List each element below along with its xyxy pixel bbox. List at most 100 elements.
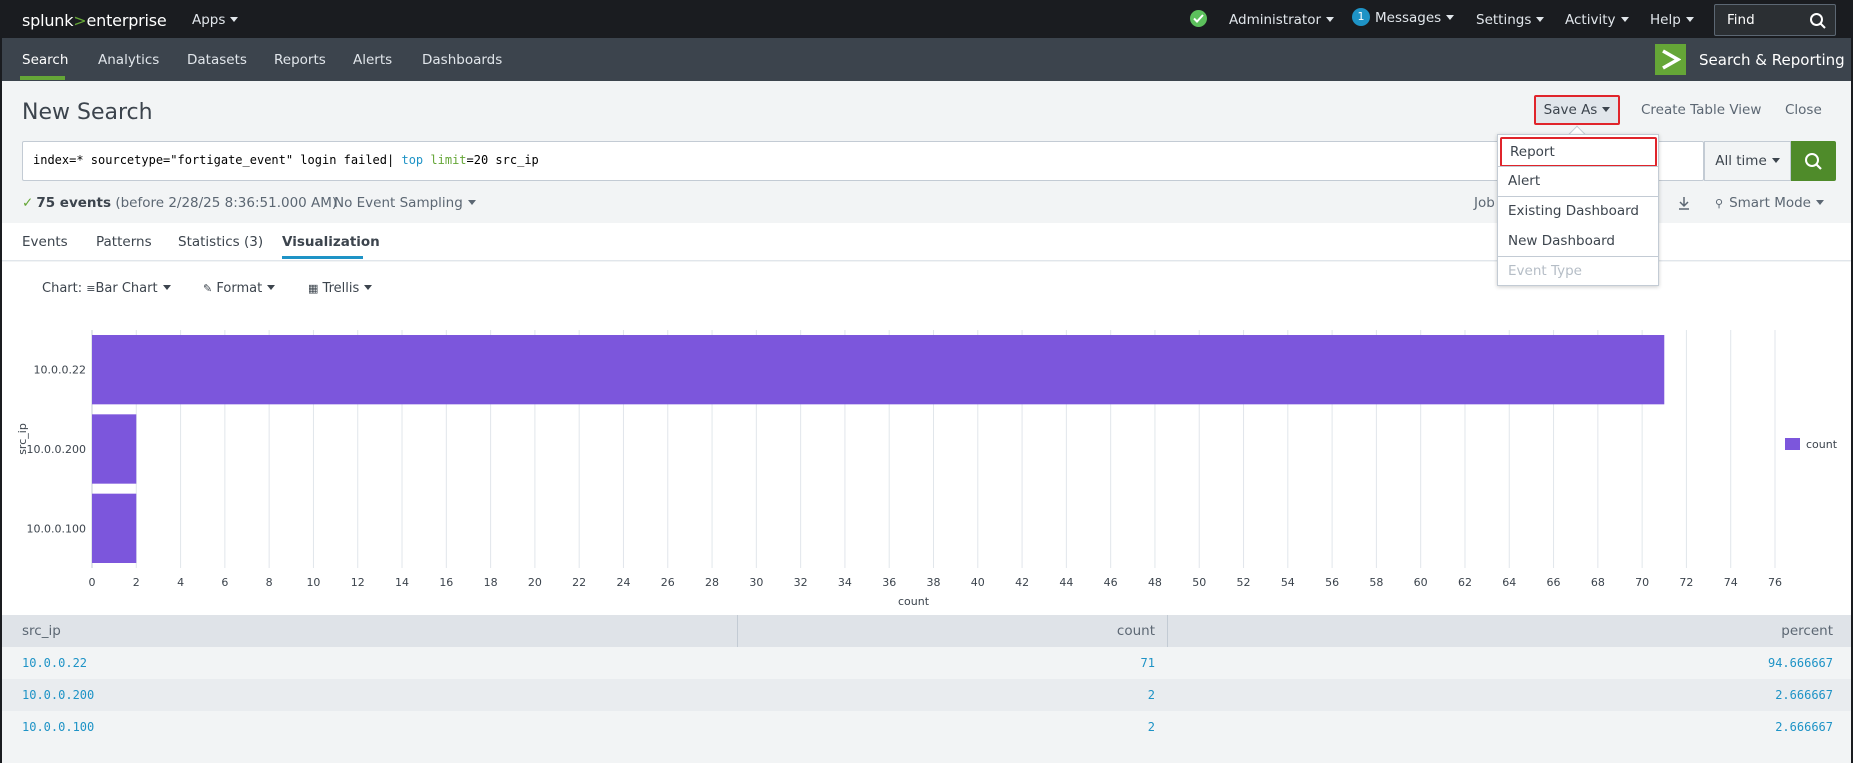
administrator-menu[interactable]: Administrator bbox=[1229, 12, 1335, 28]
legend-label: count bbox=[1806, 438, 1838, 451]
x-tick-label: 52 bbox=[1237, 576, 1251, 589]
query-command: top bbox=[401, 153, 424, 167]
time-range-picker[interactable]: All time bbox=[1704, 141, 1791, 181]
pencil-icon: ✎ bbox=[203, 282, 213, 295]
tab-patterns[interactable]: Patterns bbox=[96, 234, 152, 250]
cell-src-ip[interactable]: 10.0.0.22 bbox=[22, 656, 87, 670]
search-status: ✓ 75 events (before 2/28/25 8:36:51.000 A… bbox=[22, 195, 337, 211]
messages-count-badge: 1 bbox=[1352, 8, 1370, 26]
appnav-dashboards[interactable]: Dashboards bbox=[422, 52, 502, 68]
activity-label: Activity bbox=[1565, 12, 1616, 28]
logo-enterprise: enterprise bbox=[86, 11, 167, 30]
x-tick-label: 46 bbox=[1104, 576, 1118, 589]
x-tick-label: 30 bbox=[749, 576, 763, 589]
admin-label: Administrator bbox=[1229, 12, 1322, 28]
menu-item-existing-dashboard[interactable]: Existing Dashboard bbox=[1498, 197, 1658, 227]
x-axis-title: count bbox=[898, 595, 930, 608]
save-as-button[interactable]: Save As bbox=[1534, 95, 1620, 125]
table-header: src_ip count percent bbox=[2, 615, 1851, 647]
x-tick-label: 24 bbox=[616, 576, 630, 589]
table-row: 10.0.0.22 71 94.666667 bbox=[2, 647, 1851, 679]
x-tick-label: 0 bbox=[89, 576, 96, 589]
appnav-alerts[interactable]: Alerts bbox=[353, 52, 392, 68]
bar bbox=[92, 493, 137, 563]
x-tick-label: 28 bbox=[705, 576, 719, 589]
search-submit-button[interactable] bbox=[1791, 141, 1836, 181]
cell-percent[interactable]: 2.666667 bbox=[1775, 720, 1833, 734]
menu-item-event-type: Event Type bbox=[1508, 263, 1582, 279]
search-icon[interactable] bbox=[1809, 12, 1827, 30]
tab-events[interactable]: Events bbox=[22, 234, 68, 250]
appnav-reports[interactable]: Reports bbox=[274, 52, 326, 68]
settings-label: Settings bbox=[1476, 12, 1532, 28]
splunk-logo[interactable]: splunk>enterprise bbox=[22, 11, 167, 30]
col-header-src-ip[interactable]: src_ip bbox=[22, 623, 61, 639]
chart-type-menu[interactable]: Chart: ≡Bar Chart bbox=[42, 281, 171, 296]
x-tick-label: 60 bbox=[1414, 576, 1428, 589]
x-tick-label: 32 bbox=[794, 576, 808, 589]
find-box[interactable] bbox=[1714, 4, 1836, 36]
cell-src-ip[interactable]: 10.0.0.100 bbox=[22, 720, 94, 734]
create-table-view-button[interactable]: Create Table View bbox=[1641, 102, 1761, 118]
activity-menu[interactable]: Activity bbox=[1565, 12, 1629, 28]
x-tick-label: 56 bbox=[1325, 576, 1339, 589]
apps-menu[interactable]: Apps bbox=[192, 12, 239, 28]
x-tick-label: 18 bbox=[484, 576, 498, 589]
cell-percent[interactable]: 2.666667 bbox=[1775, 688, 1833, 702]
close-button[interactable]: Close bbox=[1785, 102, 1822, 118]
col-header-percent[interactable]: percent bbox=[1781, 623, 1833, 639]
cell-src-ip[interactable]: 10.0.0.200 bbox=[22, 688, 94, 702]
cell-count[interactable]: 2 bbox=[1148, 688, 1155, 702]
x-tick-label: 62 bbox=[1458, 576, 1472, 589]
menu-item-report[interactable]: Report bbox=[1500, 137, 1657, 167]
trellis-menu[interactable]: ▦ Trellis bbox=[308, 281, 373, 296]
x-tick-label: 26 bbox=[661, 576, 675, 589]
x-tick-label: 14 bbox=[395, 576, 409, 589]
menu-item-new-dashboard[interactable]: New Dashboard bbox=[1498, 227, 1658, 257]
x-tick-label: 16 bbox=[439, 576, 453, 589]
x-tick-label: 72 bbox=[1679, 576, 1693, 589]
x-tick-label: 54 bbox=[1281, 576, 1295, 589]
search-mode-menu[interactable]: ⚲ Smart Mode bbox=[1715, 195, 1824, 211]
tab-statistics[interactable]: Statistics (3) bbox=[178, 234, 263, 250]
event-sampling-menu[interactable]: No Event Sampling bbox=[334, 195, 476, 211]
job-menu[interactable]: Job bbox=[1474, 195, 1495, 211]
search-query[interactable]: index=* sourcetype="fortigate_event" log… bbox=[33, 153, 539, 167]
check-icon: ✓ bbox=[22, 195, 34, 211]
save-as-label: Save As bbox=[1543, 102, 1598, 118]
health-ok-icon[interactable] bbox=[1190, 10, 1207, 27]
bar bbox=[92, 414, 137, 484]
format-menu[interactable]: ✎ Format bbox=[203, 281, 276, 296]
app-logo-icon bbox=[1655, 44, 1686, 75]
logo-text: splunk bbox=[22, 11, 74, 30]
settings-menu[interactable]: Settings bbox=[1476, 12, 1545, 28]
chevron-down-icon bbox=[1602, 106, 1611, 112]
messages-menu[interactable]: 1 Messages bbox=[1352, 8, 1455, 26]
cell-percent[interactable]: 94.666667 bbox=[1768, 656, 1833, 670]
appnav-datasets[interactable]: Datasets bbox=[187, 52, 247, 68]
chevron-down-icon bbox=[230, 16, 239, 22]
x-tick-label: 42 bbox=[1015, 576, 1029, 589]
download-icon[interactable] bbox=[1678, 196, 1690, 210]
chevron-down-icon bbox=[1815, 199, 1824, 205]
chart-type-label: Bar Chart bbox=[95, 281, 158, 296]
column-divider bbox=[737, 615, 738, 647]
pin-icon: ⚲ bbox=[1715, 197, 1724, 210]
search-icon bbox=[1805, 153, 1822, 170]
appnav-search[interactable]: Search bbox=[22, 52, 68, 68]
appnav-analytics[interactable]: Analytics bbox=[98, 52, 159, 68]
cell-count[interactable]: 71 bbox=[1141, 656, 1155, 670]
menu-item-alert[interactable]: Alert bbox=[1498, 167, 1658, 197]
chevron-down-icon bbox=[467, 199, 476, 205]
cell-count[interactable]: 2 bbox=[1148, 720, 1155, 734]
x-tick-label: 8 bbox=[266, 576, 273, 589]
y-axis-title: src_ip bbox=[16, 423, 29, 455]
tab-visualization[interactable]: Visualization bbox=[282, 234, 380, 250]
find-input[interactable] bbox=[1727, 12, 1807, 28]
logo-gt: > bbox=[73, 11, 87, 30]
search-input[interactable]: index=* sourcetype="fortigate_event" log… bbox=[22, 141, 1704, 181]
help-menu[interactable]: Help bbox=[1650, 12, 1694, 28]
column-divider bbox=[1167, 615, 1168, 647]
col-header-count[interactable]: count bbox=[1117, 623, 1155, 639]
time-range-label: All time bbox=[1715, 153, 1767, 169]
